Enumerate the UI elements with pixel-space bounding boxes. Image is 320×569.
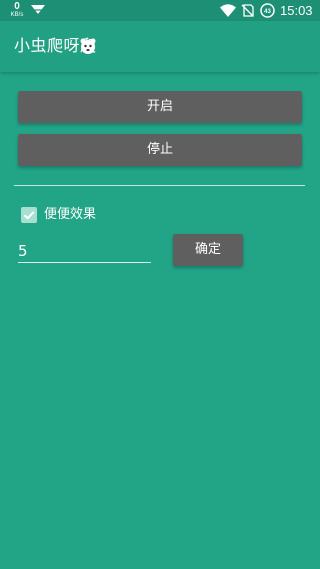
number-input[interactable] bbox=[18, 240, 151, 263]
stop-button[interactable]: 停止 bbox=[18, 134, 302, 166]
divider bbox=[14, 185, 305, 186]
no-sim-icon bbox=[241, 4, 254, 17]
network-speed-value: 0 bbox=[14, 1, 20, 12]
app-logo-icon bbox=[80, 38, 96, 54]
poop-effect-label: 便便效果 bbox=[44, 207, 97, 222]
status-clock: 15:03 bbox=[280, 3, 313, 18]
poop-effect-checkbox[interactable] bbox=[21, 207, 37, 223]
confirm-button[interactable]: 确定 bbox=[173, 234, 243, 266]
app-bar: 小虫爬呀爬 bbox=[0, 21, 320, 72]
wifi-icon bbox=[220, 4, 236, 17]
network-speed-unit: KB/s bbox=[10, 12, 24, 18]
check-icon bbox=[23, 211, 35, 220]
battery-level: 43 bbox=[264, 9, 271, 15]
status-bar: 0 KB/s 43 15:03 bbox=[0, 0, 320, 21]
download-arrow-icon bbox=[31, 5, 45, 14]
battery-icon: 43 bbox=[260, 3, 275, 18]
network-speed: 0 KB/s bbox=[7, 1, 27, 19]
start-button[interactable]: 开启 bbox=[18, 91, 302, 123]
